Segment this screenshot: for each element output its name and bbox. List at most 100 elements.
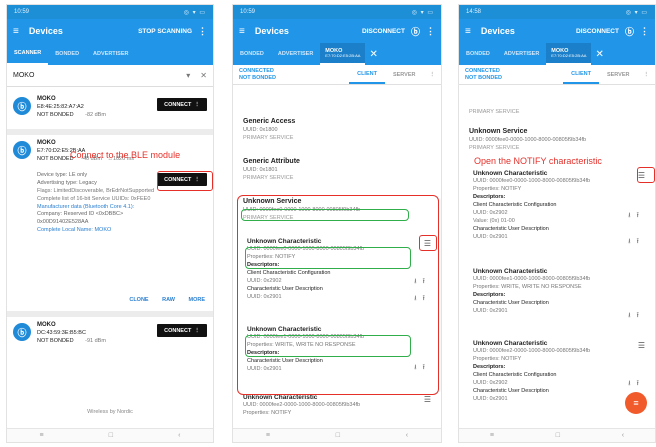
descriptor-name: Characteristic User Description: [473, 388, 549, 395]
nav-home-icon[interactable]: □: [336, 432, 340, 439]
bond-label: NOT BONDED: [239, 74, 276, 81]
tab-device[interactable]: MOKO E7:70:D2:E5:2B:AA: [320, 43, 366, 65]
fab-log-button[interactable]: ≡: [625, 392, 647, 414]
main-tabs: BONDED ADVERTISER MOKO E7:70:D2:E5:2B:AA…: [459, 43, 655, 65]
more-icon: ⋮: [194, 327, 200, 334]
characteristic-item[interactable]: Unknown Characteristic UUID: 0000fee1-00…: [473, 267, 647, 316]
footer-text: Wireless by Nordic: [87, 409, 133, 415]
nav-home-icon[interactable]: □: [109, 432, 113, 439]
descriptors-label: Descriptors:: [473, 292, 506, 299]
more-options-icon[interactable]: ⋮: [638, 65, 656, 84]
tab-client[interactable]: CLIENT: [563, 65, 599, 84]
download-icon[interactable]: ⭳: [628, 212, 636, 219]
tab-bonded[interactable]: BONDED: [233, 43, 271, 65]
bond-icon[interactable]: ⓑ: [625, 25, 634, 38]
descriptor-read-write-icons[interactable]: ⭳⭱: [628, 211, 645, 222]
connection-status: CONNECTED NOT BONDED: [459, 68, 563, 81]
upload-icon[interactable]: ⭱: [637, 312, 645, 319]
service-item[interactable]: Generic Access UUID: 0x1800 PRIMARY SERV…: [243, 117, 433, 143]
stop-scanning-button[interactable]: STOP SCANNING: [138, 28, 192, 35]
menu-icon[interactable]: ≡: [465, 26, 471, 37]
more-options-icon[interactable]: ⋮: [426, 26, 435, 37]
clear-filter-icon[interactable]: ✕: [200, 71, 207, 80]
tab-client[interactable]: CLIENT: [349, 65, 385, 84]
nav-back-icon[interactable]: ‹: [622, 432, 624, 439]
nav-recent-icon[interactable]: ≡: [266, 432, 270, 439]
upload-icon[interactable]: ⭱: [637, 212, 645, 219]
tab-server[interactable]: SERVER: [599, 65, 638, 84]
menu-icon[interactable]: ≡: [13, 26, 19, 37]
close-device-icon[interactable]: ✕: [369, 49, 377, 60]
more-options-icon[interactable]: ⋮: [198, 26, 207, 37]
tab-server[interactable]: SERVER: [385, 65, 424, 84]
connect-label: CONNECT: [164, 327, 192, 334]
characteristic-item[interactable]: Unknown Characteristic UUID: 0000fee0-00…: [473, 169, 647, 242]
menu-icon[interactable]: ≡: [239, 26, 245, 37]
characteristic-item[interactable]: Unknown Characteristic UUID: 0000fee2-00…: [243, 393, 433, 418]
descriptor-read-write-icons[interactable]: ⭳⭱: [628, 379, 645, 390]
device-item-expanded[interactable]: ⓑ MOKO E7:70:D2:E5:2B:AA NOT BONDED -40 …: [7, 135, 213, 303]
notify-icon-highlight: [637, 167, 655, 183]
download-icon[interactable]: ⭳: [628, 312, 636, 319]
device-item[interactable]: ⓑ MOKO E8:4E:25:82:A7:A2 NOT BONDED -82 …: [7, 91, 213, 129]
tab-bonded[interactable]: BONDED: [48, 43, 86, 65]
raw-button[interactable]: RAW: [162, 297, 175, 303]
tab-advertiser[interactable]: ADVERTISER: [86, 43, 135, 65]
filter-input[interactable]: MOKO: [13, 72, 176, 79]
characteristic-properties: Properties: WRITE, WRITE NO RESPONSE: [473, 284, 582, 291]
service-title: Generic Attribute: [243, 158, 300, 165]
bluetooth-device-icon: ⓑ: [13, 141, 31, 159]
dropdown-icon[interactable]: ▾: [186, 71, 190, 80]
descriptor-read-write-icons[interactable]: ⭳⭱: [628, 237, 645, 248]
characteristic-properties: Properties: NOTIFY: [473, 356, 522, 363]
annotation-notify: Open the NOTIFY characteristic: [474, 156, 602, 166]
tab-advertiser[interactable]: ADVERTISER: [271, 43, 320, 65]
service-item-expanded[interactable]: Unknown Service UUID: 0000fee0-0000-1000…: [469, 127, 647, 153]
detail-line: 0x00D91402E528AA: [37, 219, 89, 226]
tab-advertiser[interactable]: ADVERTISER: [497, 43, 546, 65]
status-time: 10:59: [240, 9, 256, 15]
app-title: Devices: [480, 26, 515, 36]
nav-home-icon[interactable]: □: [556, 432, 560, 439]
download-icon[interactable]: ⭳: [628, 380, 636, 387]
service-item[interactable]: Generic Attribute UUID: 0x1801 PRIMARY S…: [243, 157, 433, 183]
nav-back-icon[interactable]: ‹: [406, 432, 408, 439]
disconnect-button[interactable]: DISCONNECT: [362, 28, 405, 35]
descriptor-read-write-icons[interactable]: ⭳⭱: [628, 311, 645, 322]
characteristic-uuid: UUID: 0000fee0-0000-1000-8000-00805f9b34…: [473, 178, 591, 185]
connect-button[interactable]: CONNECT ⋮: [157, 98, 207, 111]
app-title: Devices: [254, 26, 289, 36]
nav-recent-icon[interactable]: ≡: [40, 432, 44, 439]
nav-back-icon[interactable]: ‹: [178, 432, 180, 439]
upload-icon[interactable]: ⭱: [637, 238, 645, 245]
download-icon[interactable]: ⭳: [628, 238, 636, 245]
descriptor-name: Characteristic User Description: [473, 226, 549, 233]
disconnect-button[interactable]: DISCONNECT: [576, 28, 619, 35]
more-button[interactable]: MORE: [189, 297, 206, 303]
service-type: PRIMARY SERVICE: [243, 175, 294, 182]
connected-label: CONNECTED: [239, 67, 274, 74]
notify-toggle-icon[interactable]: ☰: [638, 341, 645, 350]
device-rssi: -91 dBm: [85, 337, 106, 344]
characteristic-item[interactable]: Unknown Characteristic UUID: 0000fee2-00…: [473, 339, 647, 404]
clone-button[interactable]: CLONE: [129, 297, 148, 303]
connect-button[interactable]: CONNECT ⋮: [157, 324, 207, 337]
notify-toggle-icon[interactable]: ☰: [424, 395, 431, 404]
bond-icon[interactable]: ⓑ: [411, 25, 420, 38]
detail-line: Company: Reserved ID <0xDBBC>: [37, 211, 124, 218]
device-rssi: -82 dBm: [85, 111, 106, 118]
close-device-icon[interactable]: ✕: [595, 49, 603, 60]
descriptor-uuid: UUID: 0x2901: [473, 308, 508, 315]
characteristic-title: Unknown Characteristic: [473, 170, 548, 177]
more-options-icon[interactable]: ⋮: [424, 65, 442, 84]
device-item[interactable]: ⓑ MOKO DC:43:59:3E:B5:BC NOT BONDED -91 …: [7, 317, 213, 355]
status-bar: 14:58 ◎ ▾ ▭: [459, 5, 655, 19]
notify-characteristic-highlight: [245, 247, 411, 269]
tab-bonded[interactable]: BONDED: [459, 43, 497, 65]
more-options-icon[interactable]: ⋮: [640, 26, 649, 37]
main-tabs: SCANNER BONDED ADVERTISER: [7, 43, 213, 65]
tab-device[interactable]: MOKO E7:70:D2:E5:2B:AA: [546, 43, 592, 65]
nav-recent-icon[interactable]: ≡: [490, 432, 494, 439]
upload-icon[interactable]: ⭱: [637, 380, 645, 387]
tab-scanner[interactable]: SCANNER: [7, 43, 49, 65]
